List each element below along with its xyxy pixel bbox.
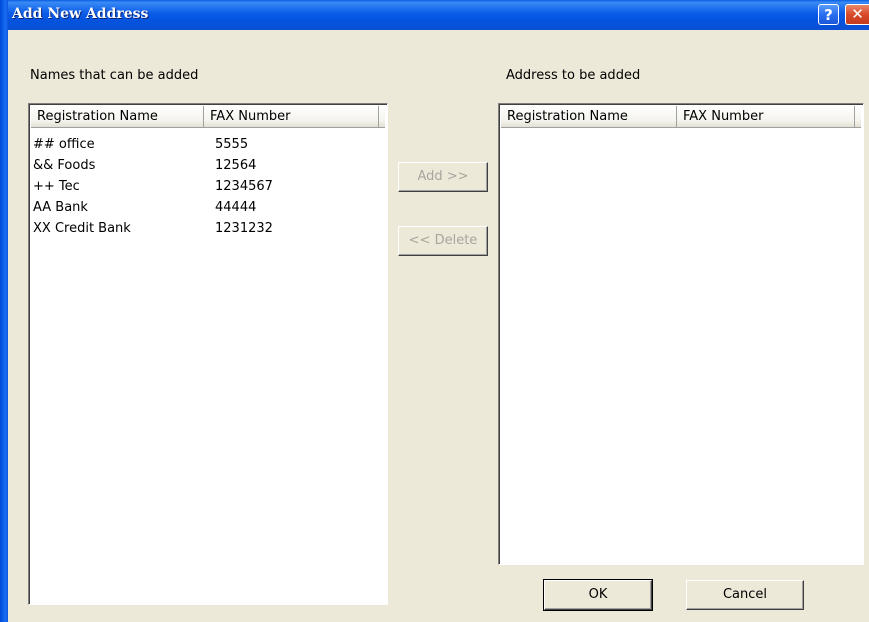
registration-name-cell: XX Credit Bank [33,221,131,236]
add-button[interactable]: Add >> [398,162,488,192]
addresses-to-add-label: Address to be added [506,68,641,83]
help-button[interactable]: ? [818,4,839,25]
registration-name-cell: && Foods [33,158,96,173]
list-item[interactable]: AA Bank 44444 [33,197,385,218]
list-item[interactable]: ## office 5555 [33,134,385,155]
available-names-label: Names that can be added [30,68,199,83]
column-header-fax-number[interactable]: FAX Number [677,106,855,128]
add-new-address-dialog: Add New Address ? ✕ Names that can be ad… [0,0,869,622]
registration-name-cell: ++ Tec [33,179,80,194]
ok-button[interactable]: OK [543,579,653,611]
list-header: Registration Name FAX Number [31,106,385,128]
list-header: Registration Name FAX Number [501,106,861,128]
fax-number-cell: 1231232 [215,221,273,236]
title-bar[interactable]: Add New Address ? ✕ [0,0,869,30]
fax-number-cell: 12564 [215,158,257,173]
dialog-title: Add New Address [12,6,149,22]
list-item[interactable]: XX Credit Bank 1231232 [33,218,385,239]
column-header-filler [855,106,861,128]
window-frame [0,0,8,622]
fax-number-cell: 44444 [215,200,257,215]
fax-number-cell: 5555 [215,137,249,152]
list-item[interactable]: ++ Tec 1234567 [33,176,385,197]
list-item[interactable]: && Foods 12564 [33,155,385,176]
column-header-filler [379,106,385,128]
close-button[interactable]: ✕ [845,4,869,25]
available-names-list[interactable]: Registration Name FAX Number ## office 5… [28,103,388,605]
column-header-fax-number[interactable]: FAX Number [204,106,379,128]
delete-button[interactable]: << Delete [398,226,488,256]
column-header-registration-name[interactable]: Registration Name [31,106,205,128]
close-icon: ✕ [851,5,864,23]
cancel-button[interactable]: Cancel [686,580,804,610]
list-rows: ## office 5555 && Foods 12564 ++ Tec 123… [33,134,385,239]
registration-name-cell: AA Bank [33,200,88,215]
column-header-registration-name[interactable]: Registration Name [501,106,677,128]
help-icon: ? [824,6,833,24]
fax-number-cell: 1234567 [215,179,273,194]
addresses-to-add-list[interactable]: Registration Name FAX Number [498,103,864,565]
registration-name-cell: ## office [33,137,95,152]
